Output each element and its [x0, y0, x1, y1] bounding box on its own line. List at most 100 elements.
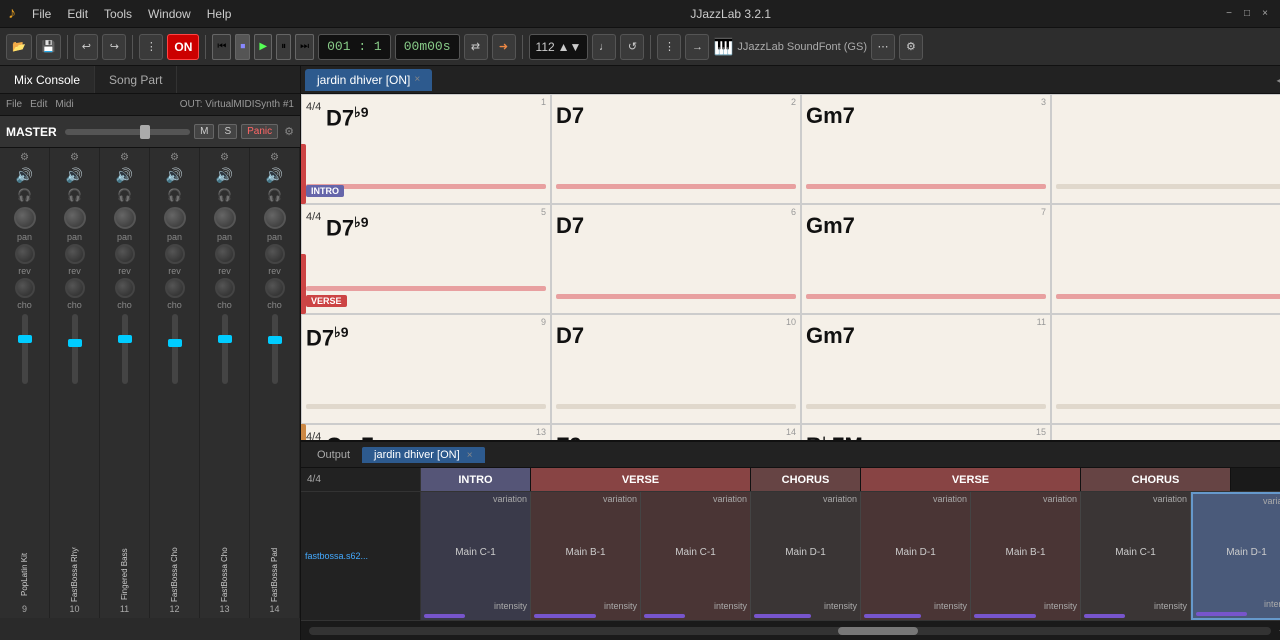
ch-pan-knob-0[interactable]	[14, 207, 36, 229]
grid-cell-11[interactable]: 11 Gm7	[801, 314, 1051, 424]
intensity-bar-5[interactable]	[864, 614, 921, 618]
grid-cell-12[interactable]: 12	[1051, 314, 1280, 424]
ch-cho-knob-4[interactable]	[215, 278, 235, 298]
ch-headphone-icon-3[interactable]: 🎧	[167, 188, 182, 202]
grid-cell-5[interactable]: 4/4 5 D7♭9 VERSE	[301, 204, 551, 314]
settings-button[interactable]: ⚙	[899, 34, 923, 60]
menu-tools[interactable]: Tools	[96, 5, 140, 23]
editor-tab-close-icon[interactable]: ×	[414, 74, 420, 85]
ch-fader-3[interactable]	[172, 314, 178, 384]
more-button[interactable]: ⋮	[139, 34, 163, 60]
master-s-btn[interactable]: S	[218, 124, 237, 139]
mix-midi[interactable]: Midi	[55, 99, 73, 110]
grid-cell-4[interactable]: 4	[1051, 94, 1280, 204]
ch-rev-knob-3[interactable]	[165, 244, 185, 264]
metronome-button[interactable]: ♩	[592, 34, 616, 60]
grid-cell-6[interactable]: 6 D7	[551, 204, 801, 314]
pause-button[interactable]: ⏸	[276, 34, 291, 60]
more2-button[interactable]: ⋮	[657, 34, 681, 60]
mix-edit[interactable]: Edit	[30, 99, 47, 110]
ch-rev-knob-0[interactable]	[15, 244, 35, 264]
loop2-button[interactable]: ↺	[620, 34, 644, 60]
master-panic-btn[interactable]: Panic	[241, 124, 278, 139]
grid-cell-10[interactable]: 10 D7	[551, 314, 801, 424]
menu-help[interactable]: Help	[199, 5, 240, 23]
ch-fader-thumb-5[interactable]	[268, 336, 282, 344]
ch-fader-0[interactable]	[22, 314, 28, 384]
mix-file[interactable]: File	[6, 99, 22, 110]
section-chorus-2[interactable]: CHORUS	[1081, 468, 1231, 491]
ch-fader-thumb-2[interactable]	[118, 335, 132, 343]
ch-fader-thumb-0[interactable]	[18, 335, 32, 343]
ch-pan-knob-1[interactable]	[64, 207, 86, 229]
grid-cell-1[interactable]: 4/4 1 D7♭9 INTRO	[301, 94, 551, 204]
grid-cell-7[interactable]: 7 Gm7	[801, 204, 1051, 314]
ch-gear-4[interactable]: ⚙	[220, 152, 229, 163]
ch-pan-knob-4[interactable]	[214, 207, 236, 229]
grid-cell-3[interactable]: 3 Gm7	[801, 94, 1051, 204]
ch-fader-thumb-1[interactable]	[68, 339, 82, 347]
ch-headphone-icon-5[interactable]: 🎧	[267, 188, 282, 202]
ch-speaker-icon-5[interactable]: 🔊	[266, 167, 283, 184]
midi-out-button[interactable]: →	[685, 34, 709, 60]
grid-cell-13[interactable]: 4/4 13 Cm7 CHORUS	[301, 424, 551, 440]
tab-left-arrow[interactable]: ◀	[1277, 73, 1280, 87]
undo-button[interactable]: ↩	[74, 34, 98, 60]
section-chorus-1[interactable]: CHORUS	[751, 468, 861, 491]
ch-cho-knob-0[interactable]	[15, 278, 35, 298]
ch-cho-knob-3[interactable]	[165, 278, 185, 298]
grid-cell-14[interactable]: 14 F9	[551, 424, 801, 440]
ch-headphone-icon-2[interactable]: 🎧	[117, 188, 132, 202]
ch-pan-knob-3[interactable]	[164, 207, 186, 229]
ch-fader-5[interactable]	[272, 314, 278, 384]
tl-cell-7[interactable]: variation Main C-1 intensity	[1081, 492, 1191, 620]
master-fader[interactable]	[65, 129, 190, 135]
ch-cho-knob-2[interactable]	[115, 278, 135, 298]
ch-rev-knob-1[interactable]	[65, 244, 85, 264]
track-name[interactable]: fastbossa.s62...	[305, 551, 416, 561]
menu-window[interactable]: Window	[140, 5, 199, 23]
section-intro[interactable]: INTRO	[421, 468, 531, 491]
grid-cell-16[interactable]: 16	[1051, 424, 1280, 440]
ch-fader-thumb-4[interactable]	[218, 335, 232, 343]
master-fader-thumb[interactable]	[140, 125, 150, 139]
tl-cell-3[interactable]: variation Main C-1 intensity	[641, 492, 751, 620]
master-m-btn[interactable]: M	[194, 124, 214, 139]
ch-gear-0[interactable]: ⚙	[20, 152, 29, 163]
menu-file[interactable]: File	[24, 5, 59, 23]
ch-cho-knob-1[interactable]	[65, 278, 85, 298]
intensity-bar-3[interactable]	[644, 614, 685, 618]
section-verse-2[interactable]: VERSE	[861, 468, 1081, 491]
ch-pan-knob-5[interactable]	[264, 207, 286, 229]
ch-fader-1[interactable]	[72, 314, 78, 384]
rewind-button[interactable]: ⏮	[212, 34, 231, 60]
tab-bottom-song[interactable]: jardin dhiver [ON] ×	[362, 447, 485, 463]
intensity-bar-4[interactable]	[754, 614, 811, 618]
timeline-scrollbar[interactable]	[309, 627, 1271, 635]
intensity-bar-2[interactable]	[534, 614, 596, 618]
tab-song-part[interactable]: Song Part	[95, 66, 177, 93]
ch-fader-2[interactable]	[122, 314, 128, 384]
open-button[interactable]: 📂	[6, 34, 32, 60]
on-button[interactable]: ON	[167, 34, 199, 60]
loop-button[interactable]: ⇄	[464, 34, 488, 60]
grid-cell-9[interactable]: 9 D7♭9	[301, 314, 551, 424]
intensity-bar-1[interactable]	[424, 614, 465, 618]
tl-cell-1[interactable]: variation Main C-1 intensity	[421, 492, 531, 620]
play-button[interactable]: ▶	[254, 34, 272, 60]
record-button[interactable]: ⏹	[235, 34, 250, 60]
tl-cell-6[interactable]: variation Main B-1 intensity	[971, 492, 1081, 620]
intensity-bar-8[interactable]	[1196, 612, 1247, 616]
ch-fader-4[interactable]	[222, 314, 228, 384]
ch-gear-3[interactable]: ⚙	[170, 152, 179, 163]
close-button[interactable]: ×	[1258, 7, 1272, 21]
scrollbar-thumb[interactable]	[838, 627, 918, 635]
tl-cell-8[interactable]: variation Main D-1 intensity	[1191, 492, 1280, 620]
tl-cell-2[interactable]: variation Main B-1 intensity	[531, 492, 641, 620]
intensity-bar-7[interactable]	[1084, 614, 1125, 618]
ch-speaker-icon-0[interactable]: 🔊	[16, 167, 33, 184]
redo-button[interactable]: ↪	[102, 34, 126, 60]
intensity-bar-6[interactable]	[974, 614, 1036, 618]
ch-rev-knob-2[interactable]	[115, 244, 135, 264]
ch-headphone-icon-0[interactable]: 🎧	[17, 188, 32, 202]
